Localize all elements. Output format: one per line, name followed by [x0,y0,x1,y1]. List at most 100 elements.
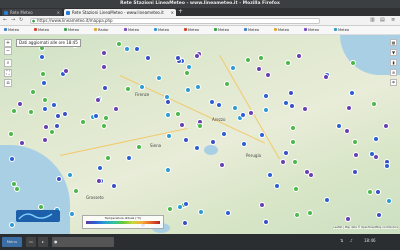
taskbar-firefox-window[interactable]: ● [52,237,114,247]
tab-close-icon[interactable]: × [171,9,174,16]
station-marker[interactable] [301,106,308,113]
station-marker[interactable] [61,110,68,117]
station-marker[interactable] [280,159,287,166]
zoom-out-button[interactable]: − [4,47,12,55]
station-marker[interactable] [97,165,104,172]
station-marker[interactable] [50,101,57,108]
station-marker[interactable] [256,66,263,73]
url-bar[interactable]: ● https://www.lineameteo.it/mappa.php [30,17,320,24]
station-marker[interactable] [193,52,200,59]
bookmark-item[interactable]: Meteo [124,28,139,32]
station-marker[interactable] [72,188,79,195]
tray-clock[interactable]: 18:46 [364,238,376,243]
station-marker[interactable] [55,113,62,120]
station-marker[interactable] [307,210,314,217]
temperature-button[interactable]: ▮ [390,59,397,66]
station-marker[interactable] [220,131,227,138]
station-marker[interactable] [100,50,107,57]
start-menu-button[interactable]: Menu [2,237,22,247]
new-tab-icon[interactable]: + [178,9,183,15]
station-marker[interactable] [79,118,86,125]
station-marker[interactable] [165,111,172,118]
station-marker[interactable] [194,83,201,90]
tab-lineameteo[interactable]: Rete Stazioni LineaMeteo - www.lineamete… [64,9,176,16]
station-marker[interactable] [241,140,248,147]
map-canvas[interactable]: Firenze Arezzo Siena Perugia Grosseto Da… [0,35,400,234]
station-marker[interactable] [112,106,119,113]
volume-icon[interactable]: ♪ [350,238,353,243]
station-marker[interactable] [133,46,140,53]
station-marker[interactable] [283,149,290,156]
station-marker[interactable] [263,107,270,114]
station-marker[interactable] [367,189,374,196]
station-marker[interactable] [343,128,350,135]
station-marker[interactable] [62,68,69,75]
station-marker[interactable] [66,171,73,178]
station-marker[interactable] [40,79,47,86]
station-marker[interactable] [230,65,237,72]
station-marker[interactable] [92,113,99,120]
map-attribution[interactable]: Leaflet | Map data © OpenStreetMap contr… [333,226,398,229]
station-marker[interactable] [94,96,101,103]
station-marker[interactable] [224,210,231,217]
station-marker[interactable] [247,109,254,116]
tab-rete-meteo[interactable]: Rete Meteo × [2,9,62,16]
station-marker[interactable] [218,161,225,168]
station-marker[interactable] [125,154,132,161]
station-marker[interactable] [39,53,46,60]
station-marker[interactable] [125,85,132,92]
station-marker[interactable] [194,144,201,151]
station-marker[interactable] [68,211,75,218]
station-marker[interactable] [245,56,252,63]
station-marker[interactable] [336,122,343,129]
station-marker[interactable] [53,123,60,130]
station-marker[interactable] [288,90,295,97]
station-marker[interactable] [29,88,36,95]
bookmark-item[interactable]: Meteo [184,28,199,32]
search-button[interactable]: ⌕ [4,59,12,67]
station-marker[interactable] [239,112,246,119]
station-marker[interactable] [210,138,217,145]
station-marker[interactable] [345,216,351,223]
station-marker[interactable] [42,123,49,130]
station-marker[interactable] [197,208,204,215]
station-marker[interactable] [370,101,377,108]
station-marker[interactable] [348,89,355,96]
forward-icon[interactable]: → [11,17,15,23]
bookmark-item[interactable]: Meteo [304,28,319,32]
station-marker[interactable] [386,197,393,204]
station-marker[interactable] [101,63,108,70]
bookmark-item[interactable]: Meteo [244,28,259,32]
station-marker[interactable] [289,125,296,132]
station-marker[interactable] [352,151,359,158]
station-marker[interactable] [123,46,130,53]
station-marker[interactable] [115,41,122,47]
zoom-in-button[interactable]: + [4,39,12,47]
bookmark-item[interactable]: Meteo [34,28,49,32]
station-marker[interactable] [164,98,171,105]
station-marker[interactable] [375,212,382,219]
station-marker[interactable] [17,100,24,107]
station-marker[interactable] [182,219,189,226]
station-marker[interactable] [368,151,375,158]
station-marker[interactable] [102,85,109,92]
taskbar-terminal-button[interactable]: ▸ [38,237,48,247]
station-marker[interactable] [8,131,15,138]
station-marker[interactable] [182,201,189,208]
bookmark-item[interactable]: Meteo [274,28,289,32]
station-marker[interactable] [345,104,352,111]
station-marker[interactable] [139,83,146,90]
wind-button[interactable]: ≋ [390,69,397,76]
tab-close-icon[interactable]: × [57,9,60,16]
station-marker[interactable] [382,123,389,130]
station-marker[interactable] [292,159,298,166]
menu-icon[interactable]: ≡ [391,17,395,23]
station-marker[interactable] [183,69,190,76]
bookmark-item[interactable]: Radar [94,28,109,32]
station-marker[interactable] [176,204,183,211]
station-marker[interactable] [135,143,142,150]
station-marker[interactable] [49,129,56,136]
station-marker[interactable] [375,188,382,195]
taskbar-files-button[interactable]: ▭ [26,237,36,247]
bookmark-item[interactable]: Meteo [154,28,169,32]
